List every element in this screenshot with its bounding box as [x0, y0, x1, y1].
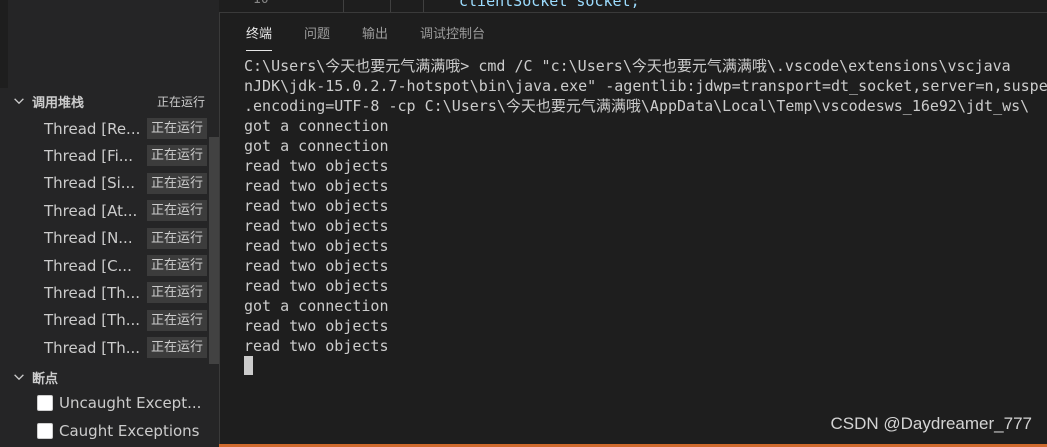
bottom-panel: 终端 问题 输出 调试控制台 C:\Users\今天也要元气满满哦> cmd /C "…	[219, 13, 1047, 444]
thread-label: Thread [Fi...	[44, 147, 134, 166]
chevron-down-icon	[14, 98, 24, 105]
panel-tab[interactable]: 终端	[246, 13, 273, 55]
thread-item[interactable]: Thread [Re... 正在运行	[8, 115, 209, 142]
indent-guide	[390, 0, 391, 12]
thread-label: Thread [Th...	[44, 338, 141, 357]
status-badge: 正在运行	[146, 309, 207, 331]
watermark: CSDN @Daydreamer_777	[830, 414, 1032, 433]
terminal-line: read two objects	[244, 257, 389, 275]
thread-label: Thread [Re...	[44, 119, 141, 138]
panel-tab[interactable]: 调试控制台	[420, 13, 485, 55]
breakpoints-title: 断点	[32, 371, 59, 387]
terminal-line: read two objects	[244, 237, 389, 255]
thread-label: Thread [At...	[44, 201, 138, 220]
terminal-line: C:\Users\今天也要元气满满哦> cmd /C "c:\Users\今天也…	[244, 57, 1011, 75]
status-badge: 正在运行	[146, 172, 207, 194]
chevron-down-icon	[14, 374, 24, 381]
activity-bar-edge	[0, 0, 8, 88]
status-badge: 正在运行	[146, 227, 207, 249]
panel-tab[interactable]: 问题	[304, 13, 330, 55]
terminal-line: got a connection	[244, 297, 389, 315]
line-number: 10	[253, 0, 269, 7]
breakpoint-label: Caught Exceptions	[59, 422, 200, 440]
status-badge: 正在运行	[146, 282, 207, 304]
status-badge: 正在运行	[146, 254, 207, 276]
thread-item[interactable]: Thread [Fi... 正在运行	[8, 142, 209, 169]
terminal-line: read two objects	[244, 317, 389, 335]
terminal-line: read two objects	[244, 277, 389, 295]
thread-label: Thread [N...	[44, 229, 133, 248]
terminal-cursor	[244, 356, 253, 375]
thread-label: Thread [Si...	[44, 174, 136, 193]
terminal-line: .encoding=UTF-8 -cp C:\Users\今天也要元气满满哦\A…	[244, 97, 1030, 115]
thread-item[interactable]: Thread [Si... 正在运行	[8, 170, 209, 197]
terminal-line: got a connection	[244, 117, 389, 135]
thread-label: Thread [Th...	[44, 284, 141, 303]
indent-guide	[343, 0, 344, 12]
call-stack-header[interactable]: 调用堆栈 正在运行	[0, 88, 219, 114]
terminal-line: read two objects	[244, 217, 389, 235]
code-line: clientSocket socket;	[459, 0, 640, 10]
status-badge: 正在运行	[146, 145, 207, 167]
panel-tab[interactable]: 输出	[362, 13, 388, 55]
call-stack-status: 正在运行	[156, 94, 205, 109]
thread-item[interactable]: Thread [At... 正在运行	[8, 197, 209, 224]
thread-label: Thread [C...	[44, 256, 132, 275]
thread-item[interactable]: Thread [Th... 正在运行	[8, 334, 209, 361]
editor-area[interactable]: 10 clientSocket socket;	[219, 0, 1047, 13]
thread-label: Thread [Th...	[44, 311, 141, 330]
terminal-output[interactable]: C:\Users\今天也要元气满满哦> cmd /C "c:\Users\今天也…	[244, 56, 1047, 436]
panel-tabs: 终端 问题 输出 调试控制台	[220, 13, 491, 55]
call-stack-title: 调用堆栈	[32, 95, 85, 111]
thread-item[interactable]: Thread [N... 正在运行	[8, 225, 209, 252]
breakpoint-checkbox[interactable]	[37, 395, 53, 411]
breakpoints-header[interactable]: 断点	[0, 364, 219, 390]
breakpoint-checkbox[interactable]	[37, 423, 53, 439]
terminal-line: read two objects	[244, 177, 389, 195]
status-badge: 正在运行	[146, 337, 207, 359]
thread-list-scrollbar[interactable]	[209, 137, 219, 364]
thread-item[interactable]: Thread [Th... 正在运行	[8, 307, 209, 334]
breakpoint-uncaught-exceptions[interactable]: Uncaught Except...	[37, 390, 201, 416]
terminal-line: got a connection	[244, 137, 389, 155]
breakpoint-label: Uncaught Except...	[59, 394, 202, 412]
breakpoint-caught-exceptions[interactable]: Caught Exceptions	[37, 418, 200, 444]
status-badge: 正在运行	[146, 118, 207, 139]
thread-list: Thread [Re... 正在运行 Thread [Fi... 正在运行 Thread…	[8, 115, 209, 364]
terminal-line: read two objects	[244, 157, 389, 175]
terminal-line: read two objects	[244, 197, 389, 215]
terminal-line: read two objects	[244, 337, 389, 355]
terminal-line: nJDK\jdk-15.0.2.7-hotspot\bin\java.exe" …	[244, 77, 1047, 95]
thread-item[interactable]: Thread [C... 正在运行	[8, 252, 209, 279]
thread-item[interactable]: Thread [Th... 正在运行	[8, 279, 209, 306]
debug-sidebar: 调用堆栈 正在运行 Thread [Re... 正在运行 Thread [Fi...…	[0, 0, 219, 447]
indent-guide	[423, 0, 424, 12]
status-badge: 正在运行	[146, 200, 207, 222]
